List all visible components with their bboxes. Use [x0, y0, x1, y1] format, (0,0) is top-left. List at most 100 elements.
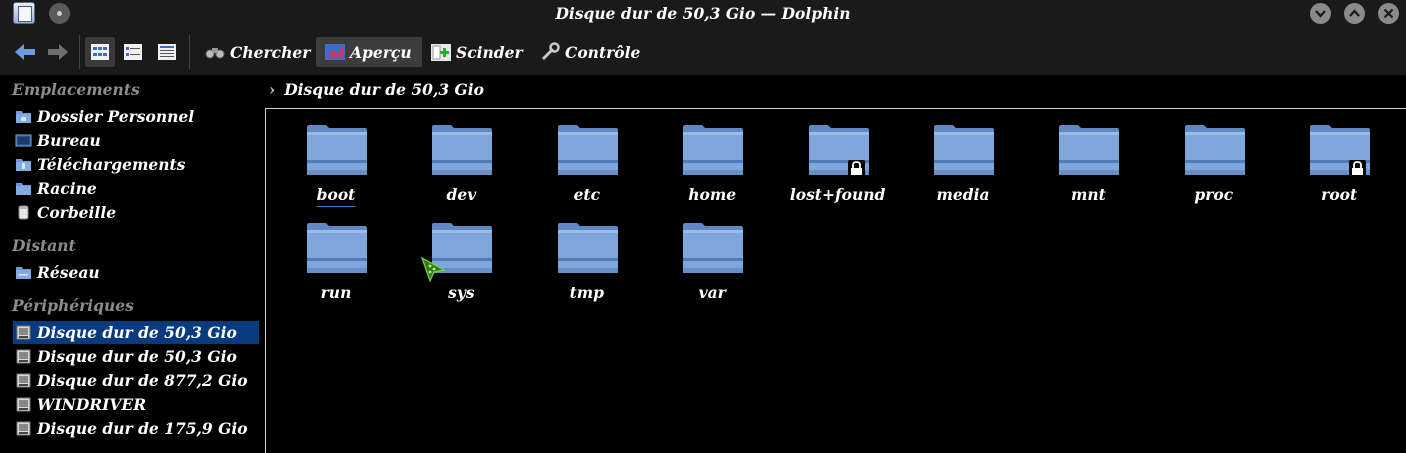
- folder-icon: [682, 124, 744, 176]
- breadcrumb-current[interactable]: Disque dur de 50,3 Gio: [284, 80, 484, 99]
- folder-icon: [808, 124, 870, 177]
- folder-item[interactable]: mnt: [1028, 118, 1148, 206]
- folder-icon: [306, 124, 368, 176]
- sidebar-item[interactable]: Disque dur de 877,2 Gio: [13, 369, 259, 392]
- folder-icon: [1309, 124, 1371, 177]
- folder-item[interactable]: tmp: [527, 216, 647, 304]
- split-view-icon: [431, 43, 451, 61]
- folder-item[interactable]: home: [652, 118, 772, 206]
- folder-name: etc: [573, 185, 601, 204]
- control-label: Contrôle: [565, 42, 641, 62]
- section-title-places: Emplacements: [12, 80, 140, 99]
- folder-name: mnt: [1070, 185, 1106, 204]
- lock-icon: [847, 160, 865, 177]
- icons-view-button[interactable]: [85, 37, 115, 67]
- sidebar-item[interactable]: Racine: [13, 177, 259, 200]
- network-folder-icon: [15, 265, 32, 280]
- sidebar-item-label: Bureau: [37, 131, 101, 150]
- folder-name: sys: [448, 283, 475, 302]
- sidebar-item[interactable]: Dossier Personnel: [13, 105, 259, 128]
- maximize-button[interactable]: [1344, 3, 1365, 24]
- folder-item[interactable]: boot: [276, 118, 396, 206]
- wrench-icon: [541, 42, 560, 61]
- folder-item[interactable]: var: [652, 216, 772, 304]
- downloads-folder-icon: [15, 157, 32, 172]
- sidebar-item[interactable]: Téléchargements: [13, 153, 259, 176]
- split-button[interactable]: Scinder: [431, 37, 523, 67]
- folder-name: media: [936, 185, 990, 204]
- folder-icon: [557, 222, 619, 274]
- folder-icon: [1058, 124, 1120, 176]
- folder-name: run: [320, 283, 352, 302]
- folder-item[interactable]: lost+found: [778, 118, 898, 206]
- sidebar-item[interactable]: WINDRIVER: [13, 393, 259, 416]
- desktop-icon: [15, 133, 32, 148]
- folder-item[interactable]: dev: [401, 118, 521, 206]
- compact-view-button[interactable]: [118, 37, 148, 67]
- binoculars-icon: [205, 48, 225, 59]
- details-view-icon: [158, 44, 176, 60]
- back-button[interactable]: [10, 37, 40, 67]
- back-arrow-icon: [15, 44, 35, 60]
- section-title-devices: Périphériques: [12, 296, 134, 315]
- sidebar-item[interactable]: Bureau: [13, 129, 259, 152]
- trash-icon: [15, 205, 32, 220]
- toolbar: Chercher Aperçu Scinder Contrôle: [0, 27, 1406, 75]
- folder-name: root: [1321, 185, 1358, 204]
- sidebar-item[interactable]: Corbeille: [13, 201, 259, 224]
- sidebar-item[interactable]: Disque dur de 175,9 Gio: [13, 417, 259, 440]
- window-title: Disque dur de 50,3 Gio — Dolphin: [555, 4, 851, 23]
- places-panel: Emplacements Dossier Personnel Bureau Télé…: [0, 75, 264, 453]
- sidebar-item-label: WINDRIVER: [37, 395, 147, 414]
- root-folder-icon: [15, 181, 32, 196]
- icons-view-icon: [91, 44, 109, 60]
- folder-icon: [1184, 124, 1246, 176]
- chevron-right-icon[interactable]: ›: [269, 80, 275, 99]
- preview-icon: [325, 44, 345, 60]
- folder-item[interactable]: root: [1279, 118, 1399, 206]
- folder-item[interactable]: run: [276, 216, 396, 304]
- sidebar-item-label: Dossier Personnel: [37, 107, 195, 126]
- breadcrumb: › Disque dur de 50,3 Gio: [266, 78, 484, 100]
- title-bar: Disque dur de 50,3 Gio — Dolphin: [0, 0, 1406, 27]
- search-button[interactable]: Chercher: [205, 37, 310, 67]
- lock-icon: [1349, 160, 1367, 177]
- control-menu-button[interactable]: Contrôle: [540, 37, 640, 67]
- folder-name: proc: [1194, 185, 1234, 204]
- toolbar-separator: [79, 35, 80, 69]
- sidebar-item-label: Disque dur de 50,3 Gio: [37, 347, 237, 366]
- forward-button[interactable]: [43, 37, 73, 67]
- split-label: Scinder: [456, 42, 523, 62]
- folder-icon: [933, 124, 995, 176]
- search-label: Chercher: [230, 42, 311, 62]
- sidebar-item-label: Disque dur de 50,3 Gio: [37, 323, 237, 342]
- sidebar-item[interactable]: Disque dur de 50,3 Gio: [13, 321, 259, 344]
- folder-icon: [682, 222, 744, 274]
- preview-label: Aperçu: [350, 42, 412, 62]
- folder-item[interactable]: media: [903, 118, 1023, 206]
- details-view-button[interactable]: [152, 37, 182, 67]
- folder-item[interactable]: etc: [527, 118, 647, 206]
- hard-drive-icon: [15, 421, 32, 436]
- folder-name: var: [698, 283, 726, 302]
- hard-drive-icon: [15, 373, 32, 388]
- minimize-button[interactable]: [1310, 3, 1331, 24]
- folder-name: home: [688, 185, 737, 204]
- folder-item[interactable]: proc: [1154, 118, 1274, 206]
- forward-arrow-icon: [48, 44, 68, 60]
- sidebar-item[interactable]: Disque dur de 50,3 Gio: [13, 345, 259, 368]
- folder-name: lost+found: [789, 185, 886, 204]
- sidebar-item-label: Disque dur de 877,2 Gio: [37, 371, 248, 390]
- mouse-cursor-icon: [420, 256, 446, 282]
- folder-name: tmp: [569, 283, 604, 302]
- close-button[interactable]: [1378, 3, 1399, 24]
- sidebar-item[interactable]: Réseau: [13, 261, 259, 284]
- hard-drive-icon: [15, 349, 32, 364]
- folder-icon: [557, 124, 619, 176]
- folder-icon: [306, 222, 368, 274]
- preview-toggle-button[interactable]: Aperçu: [316, 37, 422, 67]
- section-title-remote: Distant: [12, 236, 76, 255]
- sidebar-item-label: Téléchargements: [37, 155, 186, 174]
- hard-drive-icon: [15, 325, 32, 340]
- home-folder-icon: [15, 109, 32, 124]
